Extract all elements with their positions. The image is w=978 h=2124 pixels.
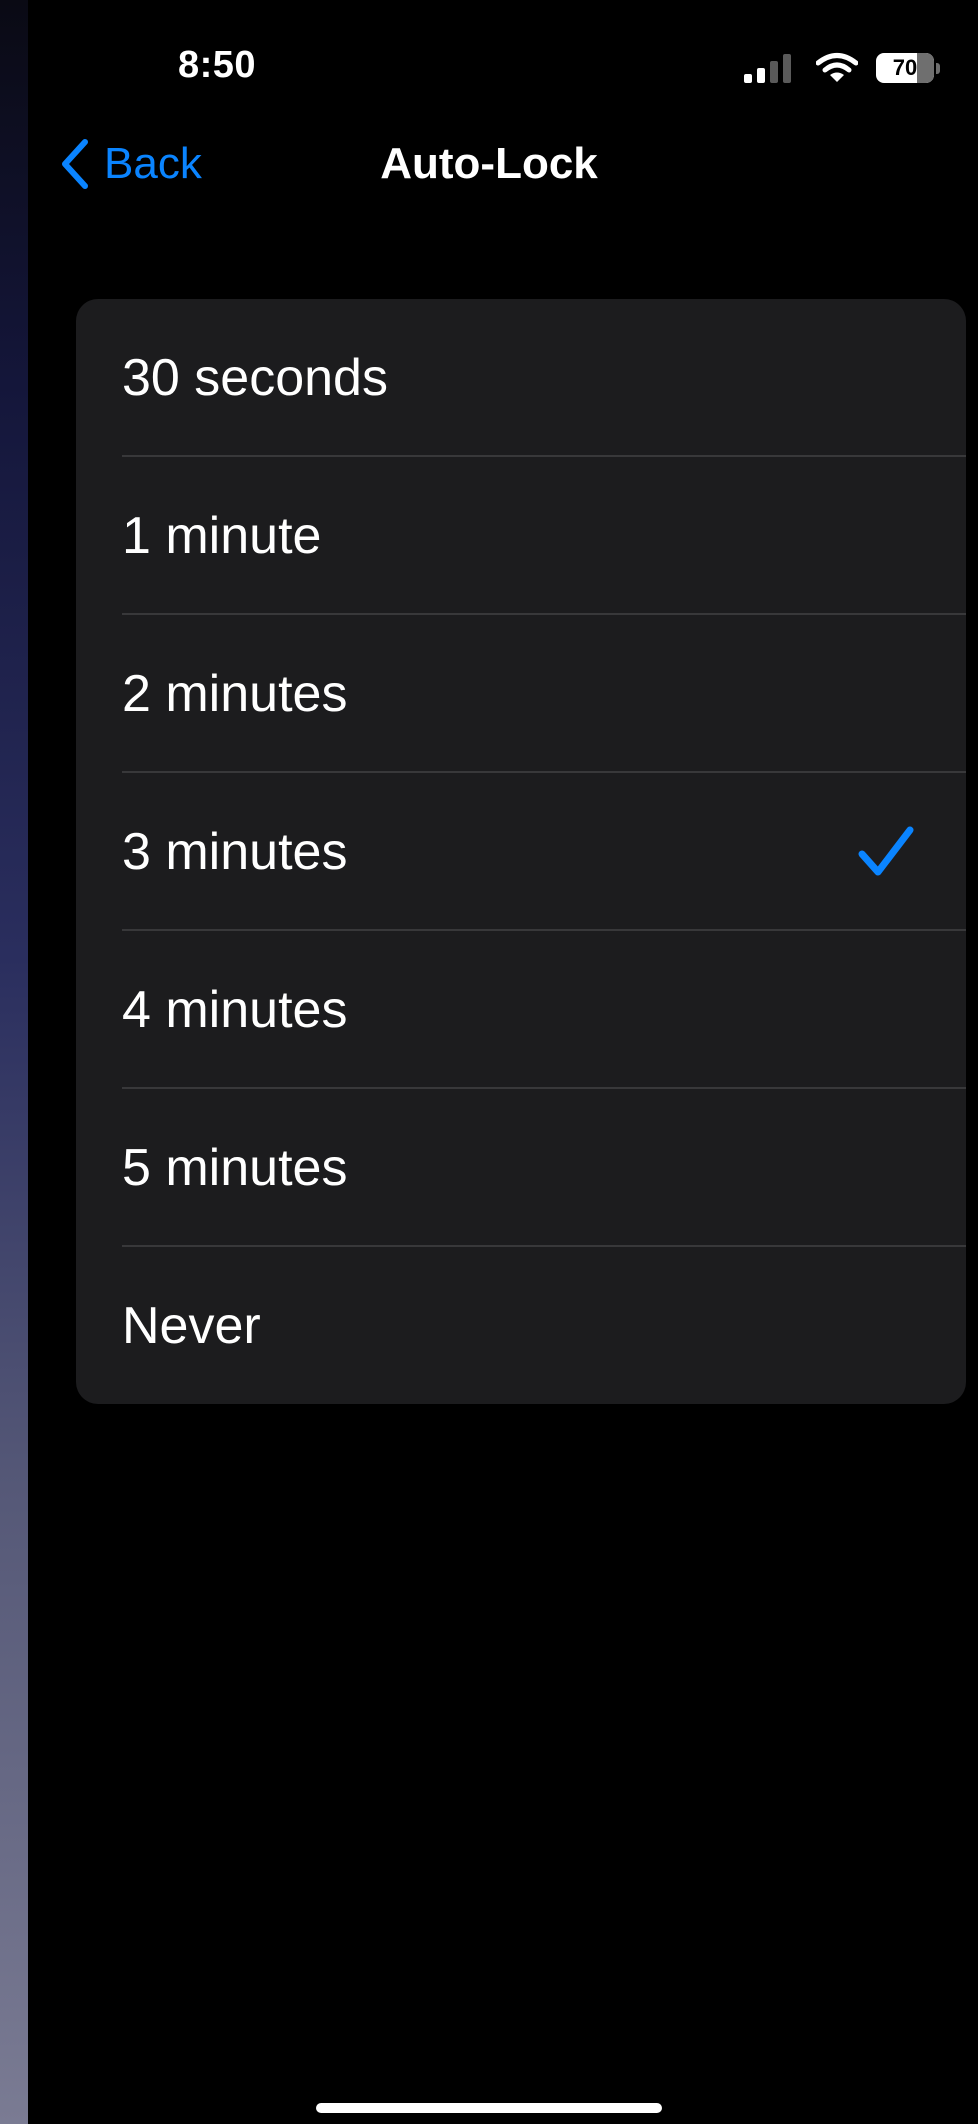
option-label: 3 minutes	[122, 823, 348, 881]
battery-icon: 70	[876, 53, 940, 83]
option-label: 1 minute	[122, 507, 322, 565]
wallpaper-edge	[0, 0, 28, 2124]
option-row-5-minutes[interactable]: 5 minutes	[76, 1089, 966, 1247]
status-time: 8:50	[178, 44, 257, 86]
home-indicator[interactable]	[316, 2103, 662, 2113]
back-button-label: Back	[104, 139, 202, 188]
back-button[interactable]: Back	[60, 136, 202, 192]
option-row-4-minutes[interactable]: 4 minutes	[76, 931, 966, 1089]
battery-cap	[936, 62, 940, 74]
battery-level: 70	[892, 55, 918, 80]
option-row-3-minutes[interactable]: 3 minutes	[76, 773, 966, 931]
option-label: 2 minutes	[122, 665, 348, 723]
battery-body: 70	[876, 53, 934, 83]
page: 8:50 70 Auto-Lock Back 30 seconds 1 minu…	[0, 0, 978, 2124]
chevron-left-icon	[62, 139, 88, 189]
option-row-never[interactable]: Never	[76, 1247, 966, 1404]
signal-icon	[744, 54, 791, 83]
option-row-1-minute[interactable]: 1 minute	[76, 457, 966, 615]
option-label: 5 minutes	[122, 1139, 348, 1197]
option-label: 30 seconds	[122, 349, 388, 407]
checkmark-icon	[858, 826, 914, 876]
option-label: Never	[122, 1297, 261, 1355]
wifi-icon	[816, 53, 858, 82]
battery-empty-portion	[916, 53, 934, 83]
option-row-30-seconds[interactable]: 30 seconds	[76, 299, 966, 457]
settings-screen: 8:50 70 Auto-Lock Back 30 seconds 1 minu…	[28, 0, 978, 2124]
auto-lock-options-list: 30 seconds 1 minute 2 minutes 3 minutes …	[76, 299, 966, 1404]
option-label: 4 minutes	[122, 981, 348, 1039]
status-icons: 70	[744, 48, 940, 88]
option-row-2-minutes[interactable]: 2 minutes	[76, 615, 966, 773]
